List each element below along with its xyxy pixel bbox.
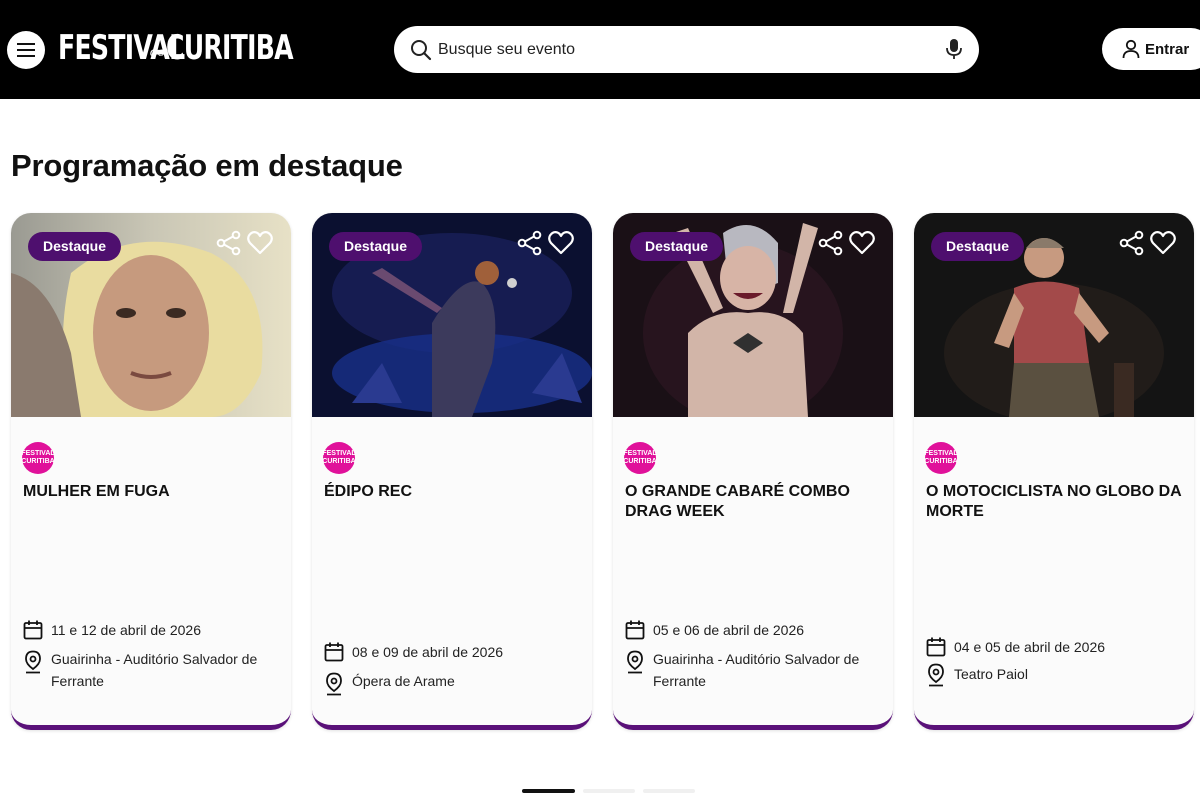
event-venue-row: Guairinha - Auditório Salvador de Ferran… xyxy=(23,648,283,692)
location-pin-icon xyxy=(928,663,944,687)
event-card[interactable]: Destaque FESTIVAL CURITIBA O MOTOCICLIST… xyxy=(914,213,1194,730)
featured-badge: Destaque xyxy=(630,232,724,261)
calendar-icon xyxy=(926,637,946,657)
search-bar xyxy=(394,26,979,73)
event-title: MULHER EM FUGA xyxy=(23,483,170,500)
event-venue: Teatro Paiol xyxy=(954,666,1028,682)
calendar-icon xyxy=(23,620,43,640)
event-info: 05 e 06 de abril de 2026 Guairinha - Aud… xyxy=(625,620,885,692)
menu-button[interactable] xyxy=(7,31,45,69)
organizer-logo-line-2: CURITIBA xyxy=(623,458,657,465)
featured-badge: Destaque xyxy=(329,232,423,261)
organizer-logo-line-1: FESTIVAL xyxy=(924,450,958,457)
organizer-logo: FESTIVAL CURITIBA xyxy=(623,442,657,474)
heart-icon[interactable] xyxy=(547,229,575,257)
event-venue: Ópera de Arame xyxy=(352,673,455,689)
heart-icon[interactable] xyxy=(848,229,876,257)
event-venue: Guairinha - Auditório Salvador de Ferran… xyxy=(51,651,258,689)
login-button[interactable]: Entrar xyxy=(1102,28,1200,70)
site-logo[interactable]: FESTIVAL de CURITIBA xyxy=(58,22,293,74)
organizer-logo-line-1: FESTIVAL xyxy=(21,450,55,457)
carousel-page-2[interactable] xyxy=(583,789,635,793)
hamburger-icon xyxy=(17,43,35,57)
location-pin-icon xyxy=(25,650,41,674)
event-title: O MOTOCICLISTA NO GLOBO DA MORTE xyxy=(926,483,1182,520)
organizer-logo: FESTIVAL CURITIBA xyxy=(322,442,356,474)
top-header: FESTIVAL de CURITIBA Entrar xyxy=(0,0,1200,99)
event-venue-row: Teatro Paiol xyxy=(926,663,1186,687)
event-date: 11 e 12 de abril de 2026 xyxy=(51,622,201,638)
event-title: O GRANDE CABARÉ COMBO DRAG WEEK xyxy=(625,483,850,520)
organizer-logo-line-2: CURITIBA xyxy=(21,458,55,465)
event-date-row: 05 e 06 de abril de 2026 xyxy=(625,620,885,640)
event-venue-row: Guairinha - Auditório Salvador de Ferran… xyxy=(625,648,885,692)
location-pin-icon xyxy=(627,650,643,674)
event-date-row: 11 e 12 de abril de 2026 xyxy=(23,620,283,640)
organizer-logo-line-1: FESTIVAL xyxy=(623,450,657,457)
microphone-icon[interactable] xyxy=(946,38,962,60)
calendar-icon xyxy=(625,620,645,640)
event-info: 11 e 12 de abril de 2026 Guairinha - Aud… xyxy=(23,620,283,692)
search-icon xyxy=(411,40,432,61)
event-card[interactable]: Destaque FESTIVAL CURITIBA MULHER EM FUG… xyxy=(11,213,291,730)
event-date: 04 e 05 de abril de 2026 xyxy=(954,639,1106,655)
heart-icon[interactable] xyxy=(1149,229,1177,257)
event-venue: Guairinha - Auditório Salvador de Ferran… xyxy=(653,651,860,689)
event-info: 08 e 09 de abril de 2026 Ópera de Arame xyxy=(324,642,584,696)
event-date: 08 e 09 de abril de 2026 xyxy=(352,644,504,660)
event-card[interactable]: Destaque FESTIVAL CURITIBA ÉDIPO REC 08 … xyxy=(312,213,592,730)
carousel-page-3[interactable] xyxy=(643,789,695,793)
organizer-logo-line-2: CURITIBA xyxy=(924,458,958,465)
calendar-icon xyxy=(324,642,344,662)
user-icon xyxy=(1122,39,1140,59)
location-pin-icon xyxy=(326,672,342,696)
share-icon[interactable] xyxy=(818,230,844,256)
organizer-logo: FESTIVAL CURITIBA xyxy=(924,442,958,474)
event-title: ÉDIPO REC xyxy=(324,483,413,500)
logo-text-curitiba: CURITIBA xyxy=(165,28,294,68)
organizer-logo-line-2: CURITIBA xyxy=(322,458,356,465)
heart-icon[interactable] xyxy=(246,229,274,257)
section-title: Programação em destaque xyxy=(11,148,403,183)
event-card[interactable]: Destaque FESTIVAL CURITIBA O GRANDE CABA… xyxy=(613,213,893,730)
event-venue-row: Ópera de Arame xyxy=(324,670,584,696)
event-info: 04 e 05 de abril de 2026 Teatro Paiol xyxy=(926,637,1186,687)
login-label: Entrar xyxy=(1145,40,1190,58)
featured-badge: Destaque xyxy=(931,232,1025,261)
organizer-logo: FESTIVAL CURITIBA xyxy=(21,442,55,474)
organizer-logo-line-1: FESTIVAL xyxy=(322,450,356,457)
share-icon[interactable] xyxy=(1119,230,1145,256)
share-icon[interactable] xyxy=(517,230,543,256)
event-date-row: 08 e 09 de abril de 2026 xyxy=(324,642,584,662)
carousel-page-1[interactable] xyxy=(522,789,575,793)
share-icon[interactable] xyxy=(216,230,242,256)
featured-badge: Destaque xyxy=(28,232,122,261)
event-date-row: 04 e 05 de abril de 2026 xyxy=(926,637,1186,657)
event-date: 05 e 06 de abril de 2026 xyxy=(653,622,805,638)
search-input[interactable] xyxy=(438,26,918,73)
